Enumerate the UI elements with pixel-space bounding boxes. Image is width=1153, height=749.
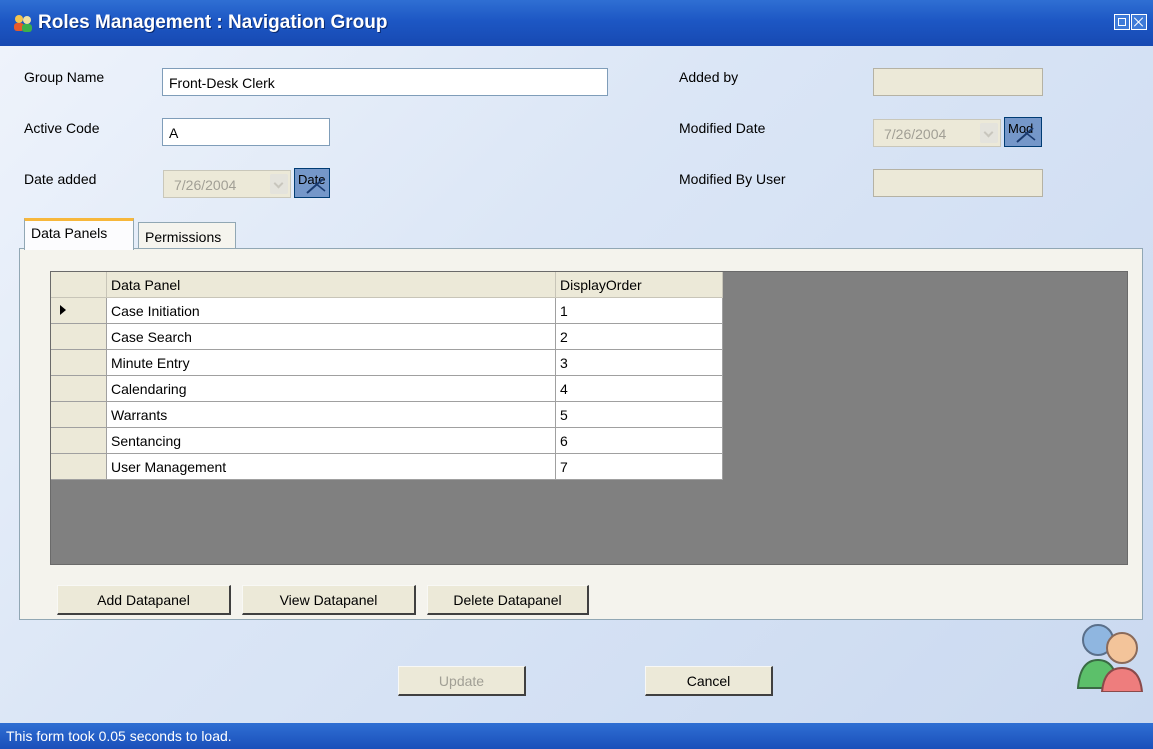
table-row[interactable]: Case Initiation 1 [51,298,723,324]
update-button[interactable]: Update [398,666,526,696]
tab-data-panels[interactable]: Data Panels [24,218,134,250]
date-added-label: Date added [24,171,97,187]
active-code-label: Active Code [24,120,100,136]
table-row[interactable]: Minute Entry 3 [51,350,723,376]
row-header[interactable] [51,376,107,402]
table-row[interactable]: Sentancing 6 [51,428,723,454]
display-order-cell[interactable]: 2 [556,324,723,350]
modified-by-field[interactable] [873,169,1043,197]
group-name-label: Group Name [24,69,105,85]
modified-date-label: Modified Date [679,120,766,136]
grid-header-row: Data Panel DisplayOrder [51,272,723,298]
title-bar: Roles Management : Navigation Group [0,0,1153,46]
status-text: This form took 0.05 seconds to load. [6,728,232,744]
chevron-down-icon [980,123,998,143]
date-added-value: 7/26/2004 [174,177,237,193]
added-by-field[interactable] [873,68,1043,96]
display-order-cell[interactable]: 6 [556,428,723,454]
modified-date-picker[interactable]: 7/26/2004 [873,119,1001,147]
display-order-cell[interactable]: 3 [556,350,723,376]
data-panels-tab-panel: Data Panel DisplayOrder Case Initiation … [19,248,1143,620]
data-panel-cell[interactable]: Case Initiation [107,298,556,324]
row-header[interactable] [51,428,107,454]
row-header[interactable] [51,350,107,376]
modified-date-button[interactable]: Mod [1004,117,1042,147]
cancel-button[interactable]: Cancel [645,666,773,696]
column-header-display-order[interactable]: DisplayOrder [556,272,723,298]
data-panel-grid[interactable]: Data Panel DisplayOrder Case Initiation … [50,271,1128,565]
table-row[interactable]: Warrants 5 [51,402,723,428]
display-order-cell[interactable]: 4 [556,376,723,402]
grid-corner-cell [51,272,107,298]
users-group-icon [1076,624,1144,692]
row-header[interactable] [51,298,107,324]
status-bar: This form took 0.05 seconds to load. [0,723,1153,749]
view-datapanel-button[interactable]: View Datapanel [242,585,416,615]
display-order-cell[interactable]: 5 [556,402,723,428]
added-by-label: Added by [679,69,739,85]
date-added-picker[interactable]: 7/26/2004 [163,170,291,198]
restore-icon[interactable] [1114,14,1130,30]
data-panel-cell[interactable]: Warrants [107,402,556,428]
modified-date-value: 7/26/2004 [884,126,947,142]
row-header[interactable] [51,454,107,480]
chevron-down-icon [270,174,288,194]
tab-permissions[interactable]: Permissions [138,222,236,250]
close-icon[interactable] [1131,14,1147,30]
data-panel-cell[interactable]: Minute Entry [107,350,556,376]
data-panel-cell[interactable]: Sentancing [107,428,556,454]
display-order-cell[interactable]: 7 [556,454,723,480]
window-title: Roles Management : Navigation Group [38,12,388,33]
display-order-cell[interactable]: 1 [556,298,723,324]
row-header[interactable] [51,402,107,428]
modified-by-label: Modified By User [679,171,786,187]
add-datapanel-button[interactable]: Add Datapanel [57,585,231,615]
current-row-arrow-icon [60,305,66,315]
pencil-icon [306,178,326,194]
table-row[interactable]: Case Search 2 [51,324,723,350]
date-added-button[interactable]: Date [294,168,330,198]
table-row[interactable]: User Management 7 [51,454,723,480]
data-panel-cell[interactable]: User Management [107,454,556,480]
table-row[interactable]: Calendaring 4 [51,376,723,402]
active-code-field[interactable]: A [162,118,330,146]
data-panel-cell[interactable]: Calendaring [107,376,556,402]
pencil-icon [1016,127,1036,143]
data-panel-cell[interactable]: Case Search [107,324,556,350]
delete-datapanel-button[interactable]: Delete Datapanel [427,585,589,615]
users-icon [14,15,32,32]
group-name-field[interactable]: Front-Desk Clerk [162,68,608,96]
form-client-area: Group Name Front-Desk Clerk Active Code … [0,46,1153,723]
column-header-data-panel[interactable]: Data Panel [107,272,556,298]
row-header[interactable] [51,324,107,350]
